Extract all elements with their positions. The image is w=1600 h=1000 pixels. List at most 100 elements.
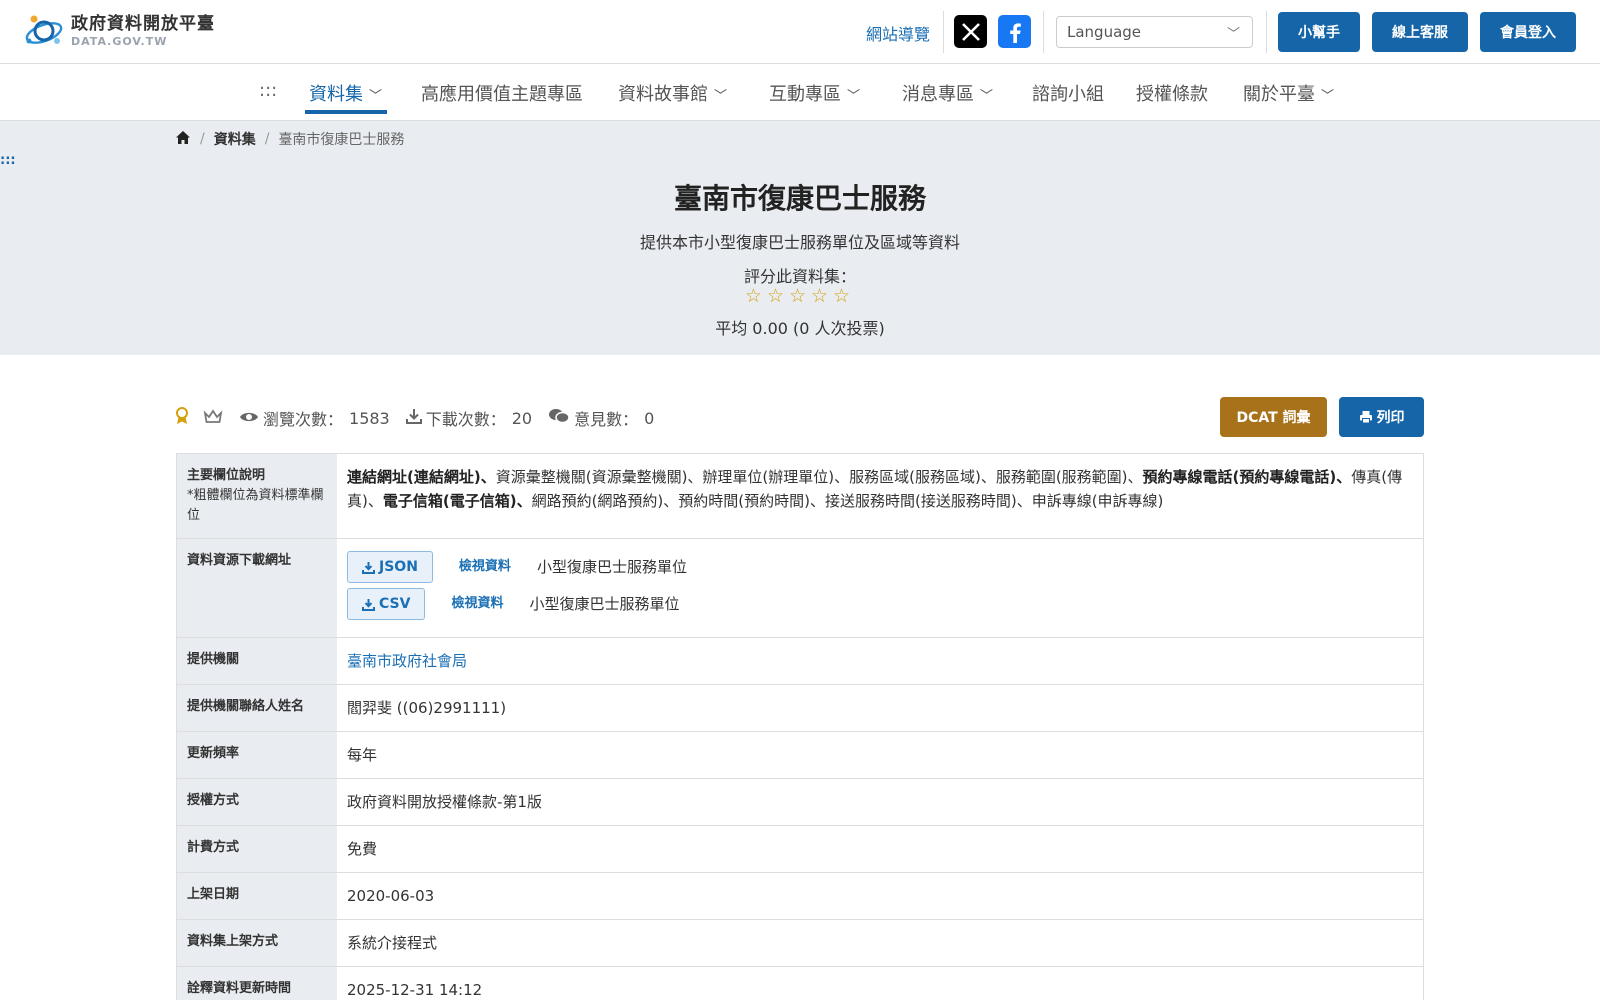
nav-data-stories[interactable]: 資料故事館 ﹀ <box>618 80 727 106</box>
rating-label: 評分此資料集： <box>743 267 856 286</box>
language-select[interactable]: Language ﹀ <box>1056 16 1253 48</box>
fee-value: 免費 <box>347 840 378 858</box>
fields-note: *粗體欄位為資料標準欄位 <box>187 488 324 523</box>
breadcrumb-separator: / <box>264 131 270 147</box>
views-label: 瀏覽次數： <box>263 410 344 429</box>
row-header: 上架日期 <box>177 873 337 919</box>
site-map-link[interactable]: 網站導覽 <box>866 21 930 45</box>
nav-label: 諮詢小組 <box>1032 84 1104 105</box>
x-twitter-icon[interactable] <box>954 15 987 48</box>
chevron-down-icon: ﹀ <box>1321 89 1335 104</box>
eye-icon <box>239 409 259 428</box>
table-row: 詮釋資料更新時間 2025-12-31 14:12 <box>177 967 1423 1000</box>
facebook-icon[interactable] <box>998 15 1031 48</box>
chevron-down-icon: ﹀ <box>714 89 728 104</box>
nav-advisory[interactable]: 諮詢小組 <box>1032 80 1104 106</box>
downloads-count: 20 <box>511 408 533 428</box>
main-navigation: ::: 資料集 ﹀ 高應用價值主題專區 資料故事館 ﹀ 互動專區 ﹀ 消息專區 ﹀ 諮詢… <box>0 64 1600 121</box>
home-icon[interactable] <box>175 130 191 149</box>
table-row: 提供機關 臺南市政府社會局 <box>177 638 1423 685</box>
logo-subtitle: DATA.GOV.TW <box>71 35 168 48</box>
nav-label: 資料集 <box>309 84 363 105</box>
view-data-link[interactable]: 檢視資料 <box>451 592 503 616</box>
contact-value: 閻羿斐 ((06)2991111) <box>347 699 507 717</box>
table-row: 資料資源下載網址 JSON 檢視資料 小型復康巴士服務單位 CSV 檢視資料 小… <box>177 539 1423 638</box>
nav-high-value-topics[interactable]: 高應用價值主題專區 <box>421 80 583 106</box>
table-row: 主要欄位說明 *粗體欄位為資料標準欄位 連結網址(連結網址)、資源彙整機關(資源… <box>177 454 1423 539</box>
table-row: 計費方式 免費 <box>177 826 1423 873</box>
skip-anchor[interactable]: ::: <box>259 80 277 101</box>
dcat-vocabulary-button[interactable]: DCAT 詞彙 <box>1220 397 1327 437</box>
table-row: 上架日期 2020-06-03 <box>177 873 1423 920</box>
download-icon <box>362 561 375 574</box>
download-csv-button[interactable]: CSV <box>347 588 426 620</box>
row-header: 資料集上架方式 <box>177 920 337 966</box>
resource-name: 小型復康巴士服務單位 <box>529 595 680 613</box>
active-nav-indicator <box>305 110 387 114</box>
table-row: 更新頻率 每年 <box>177 732 1423 779</box>
download-icon <box>362 598 375 611</box>
license-value: 政府資料開放授權條款-第1版 <box>347 793 542 811</box>
provider-agency-link[interactable]: 臺南市政府社會局 <box>347 652 467 670</box>
nav-interactive[interactable]: 互動專區 ﹀ <box>769 80 860 106</box>
breadcrumb: / 資料集 / 臺南市復康巴士服務 <box>175 129 404 149</box>
download-json-button[interactable]: JSON <box>347 551 433 583</box>
divider <box>1043 11 1044 53</box>
row-header: 授權方式 <box>177 779 337 825</box>
site-logo[interactable]: 政府資料開放平臺 DATA.GOV.TW <box>23 11 215 51</box>
resource-item: JSON 檢視資料 小型復康巴士服務單位 <box>347 549 1413 585</box>
logo-title: 政府資料開放平臺 <box>71 14 215 34</box>
nav-label: 消息專區 <box>902 84 974 105</box>
nav-news[interactable]: 消息專區 ﹀ <box>902 80 993 106</box>
page-title: 臺南市復康巴士服務 <box>673 182 926 215</box>
nav-datasets[interactable]: 資料集 ﹀ <box>309 80 382 106</box>
downloads-label: 下載次數： <box>425 410 506 429</box>
resource-item: CSV 檢視資料 小型復康巴士服務單位 <box>347 586 1413 622</box>
fields-label: 主要欄位說明 <box>187 468 266 483</box>
nav-label: 互動專區 <box>769 84 841 105</box>
row-header: 詮釋資料更新時間 <box>177 967 337 1000</box>
row-header: 資料資源下載網址 <box>177 539 337 637</box>
field-plain: 網路預約(網路預約)、預約時間(預約時間)、接送服務時間(接送服務時間)、申訴專… <box>531 492 1164 510</box>
nav-label: 授權條款 <box>1136 84 1208 105</box>
divider <box>943 11 944 53</box>
row-header: 提供機關 <box>177 638 337 684</box>
resource-format: CSV <box>379 596 411 612</box>
table-row: 授權方式 政府資料開放授權條款-第1版 <box>177 779 1423 826</box>
publish-date-value: 2020-06-03 <box>347 887 435 905</box>
chevron-down-icon: ﹀ <box>369 89 383 104</box>
helper-button[interactable]: 小幫手 <box>1278 12 1360 52</box>
nav-label: 高應用價值主題專區 <box>421 84 583 105</box>
field-plain: 資源彙整機關(資源彙整機關)、辦理單位(辦理單位)、服務區域(服務區域)、服務範… <box>495 468 1143 486</box>
breadcrumb-datasets[interactable]: 資料集 <box>214 129 256 149</box>
field-standard: 預約專線電話(預約專線電話)、 <box>1142 468 1352 486</box>
comments-icon <box>548 408 570 428</box>
top-header: 政府資料開放平臺 DATA.GOV.TW 網站導覽 Language ﹀ 小幫手… <box>0 0 1600 64</box>
language-select-label: Language <box>1067 23 1142 41</box>
rating-average: 平均 0.00 (0 人次投票) <box>715 319 885 338</box>
table-row: 提供機關聯絡人姓名 閻羿斐 ((06)2991111) <box>177 685 1423 732</box>
chevron-down-icon: ﹀ <box>847 89 861 104</box>
publish-method-value: 系統介接程式 <box>347 934 438 952</box>
nav-license[interactable]: 授權條款 <box>1136 80 1208 106</box>
breadcrumb-current: 臺南市復康巴士服務 <box>278 132 405 148</box>
nav-label: 資料故事館 <box>618 84 708 105</box>
divider <box>1266 11 1267 53</box>
star-rating[interactable]: ☆☆☆☆☆ <box>0 285 1600 307</box>
view-data-link[interactable]: 檢視資料 <box>459 555 511 579</box>
update-frequency-value: 每年 <box>347 746 378 764</box>
comments-count: 0 <box>644 408 655 428</box>
resource-name: 小型復康巴士服務單位 <box>536 558 687 576</box>
print-button[interactable]: 列印 <box>1339 397 1424 437</box>
skip-anchor[interactable]: ::: <box>0 153 16 168</box>
dataset-hero: / 資料集 / 臺南市復康巴士服務 ::: 臺南市復康巴士服務 提供本市小型復康… <box>0 121 1600 355</box>
nav-about[interactable]: 關於平臺 ﹀ <box>1243 80 1334 106</box>
resource-format: JSON <box>379 559 418 575</box>
row-header: 計費方式 <box>177 826 337 872</box>
row-header: 提供機關聯絡人姓名 <box>177 685 337 731</box>
breadcrumb-separator: / <box>200 131 205 147</box>
online-support-button[interactable]: 線上客服 <box>1372 12 1468 52</box>
download-icon <box>405 408 422 428</box>
member-login-button[interactable]: 會員登入 <box>1480 12 1576 52</box>
row-header: 主要欄位說明 *粗體欄位為資料標準欄位 <box>177 454 337 538</box>
